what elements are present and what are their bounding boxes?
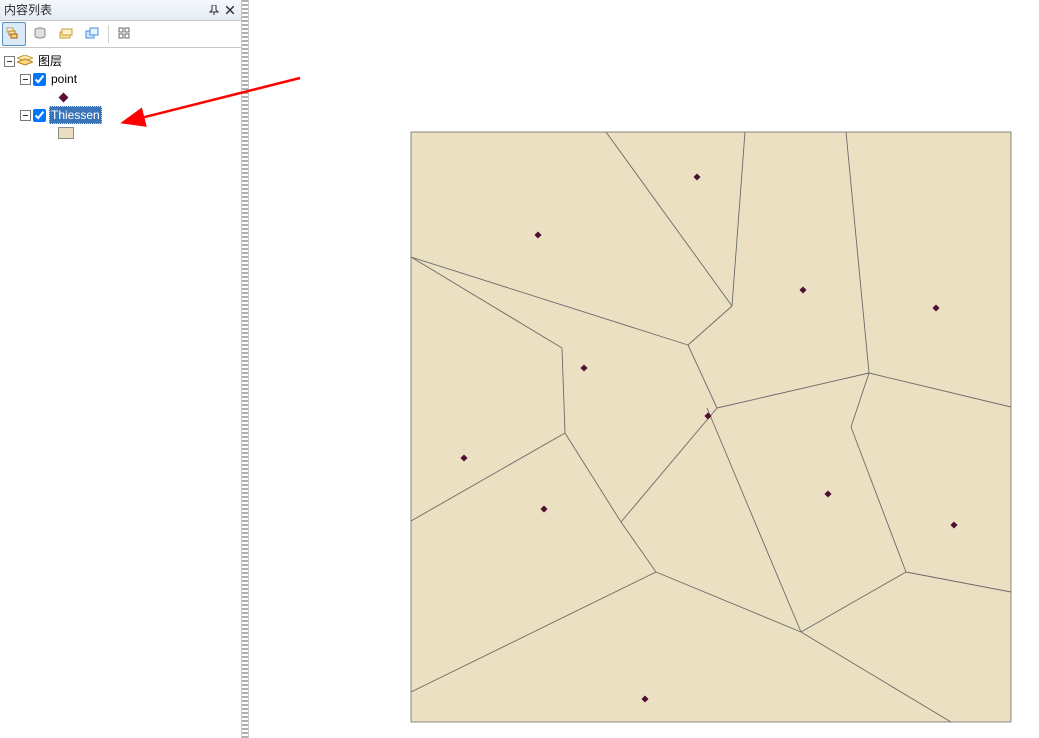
point-symbol-icon: [59, 92, 69, 102]
tree-layer-row-point[interactable]: point: [2, 70, 239, 88]
list-by-visibility-button[interactable]: [54, 22, 78, 46]
options-button[interactable]: [113, 22, 137, 46]
layers-icon: [17, 55, 33, 67]
pin-icon[interactable]: [207, 3, 221, 17]
tree-symbol-row-thiessen[interactable]: [2, 124, 239, 142]
toc-tree[interactable]: 图层 point Thiessen: [0, 48, 241, 738]
polygon-symbol-icon: [58, 127, 74, 139]
toc-toolbar: [0, 21, 241, 48]
expand-toggle-icon[interactable]: [20, 110, 31, 121]
list-by-selection-button[interactable]: [80, 22, 104, 46]
expand-toggle-icon[interactable]: [20, 74, 31, 85]
tree-root-row[interactable]: 图层: [2, 52, 239, 70]
layer-label-thiessen[interactable]: Thiessen: [49, 106, 102, 124]
table-of-contents-panel: 内容列表: [0, 0, 242, 738]
toc-titlebar: 内容列表: [0, 0, 241, 21]
root-label[interactable]: 图层: [36, 52, 64, 70]
panel-splitter[interactable]: [242, 0, 249, 738]
layer-visibility-checkbox[interactable]: [33, 109, 46, 122]
list-by-drawing-order-button[interactable]: [2, 22, 26, 46]
tree-symbol-row-point[interactable]: [2, 88, 239, 106]
map-canvas[interactable]: [249, 0, 1039, 738]
toolbar-separator: [108, 25, 109, 43]
map-svg: [249, 0, 1039, 738]
toc-title: 内容列表: [4, 0, 205, 20]
close-icon[interactable]: [223, 3, 237, 17]
tree-layer-row-thiessen[interactable]: Thiessen: [2, 106, 239, 124]
layer-label-point[interactable]: point: [49, 70, 79, 88]
expand-toggle-icon[interactable]: [4, 56, 15, 67]
list-by-source-button[interactable]: [28, 22, 52, 46]
layer-visibility-checkbox[interactable]: [33, 73, 46, 86]
